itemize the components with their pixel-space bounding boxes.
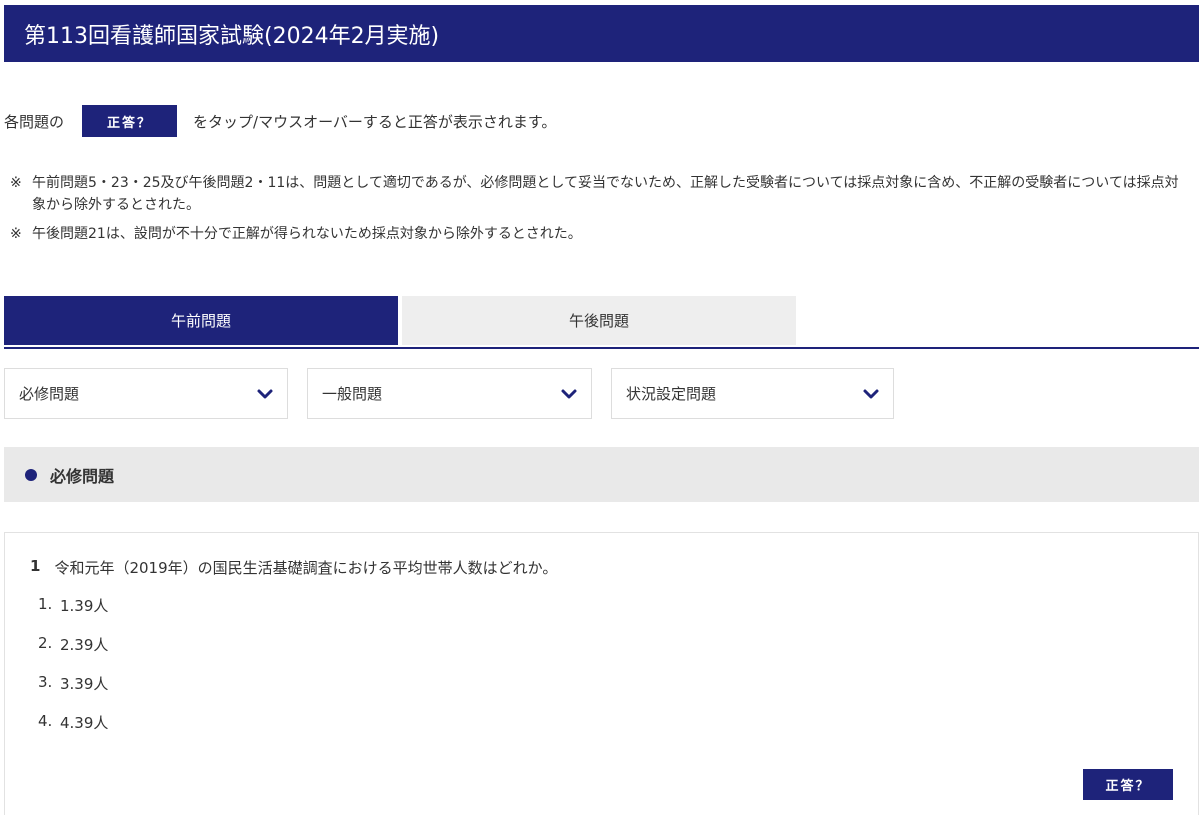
choice-text: 3.39人: [60, 675, 109, 693]
choice-item: 4. 4.39人: [38, 712, 108, 751]
note-item: ※ 午前問題5・23・25及び午後問題2・11は、問題として適切であるが、必修問…: [10, 172, 1190, 216]
question-number: 1: [30, 557, 41, 575]
page-title: 第113回看護師国家試験(2024年2月実施): [24, 23, 440, 49]
notes: ※ 午前問題5・23・25及び午後問題2・11は、問題として適切であるが、必修問…: [10, 172, 1190, 252]
choice-item: 1. 1.39人: [38, 595, 108, 634]
choice-number: 4.: [38, 712, 53, 730]
choice-item: 3. 3.39人: [38, 673, 108, 712]
choice-number: 2.: [38, 634, 53, 652]
intro-prefix: 各問題の: [4, 112, 65, 131]
choice-number: 1.: [38, 595, 53, 613]
select-label: 一般問題: [322, 385, 383, 403]
question-card: 1 令和元年（2019年）の国民生活基礎調査における平均世帯人数はどれか。 1.…: [4, 532, 1199, 815]
tab-label: 午前問題: [170, 312, 231, 330]
select-situational-questions[interactable]: 状況設定問題: [611, 368, 894, 419]
note-mark: ※: [10, 226, 22, 242]
select-label: 必修問題: [19, 385, 80, 403]
choice-text: 2.39人: [60, 636, 109, 654]
select-required-questions[interactable]: 必修問題: [4, 368, 288, 419]
show-answer-button[interactable]: 正答？: [1083, 769, 1173, 800]
note-item: ※ 午後問題21は、設問が不十分で正解が得られないため採点対象から除外するとされ…: [10, 223, 1190, 245]
tab-morning[interactable]: 午前問題: [4, 296, 398, 345]
page-header: 第113回看護師国家試験(2024年2月実施): [4, 5, 1199, 62]
question-text: 令和元年（2019年）の国民生活基礎調査における平均世帯人数はどれか。: [54, 559, 558, 577]
intro-suffix: をタップ/マウスオーバーすると正答が表示されます。: [193, 112, 557, 131]
bullet-icon: [25, 468, 37, 481]
tab-afternoon[interactable]: 午後問題: [402, 296, 796, 345]
section-header: 必修問題: [4, 447, 1199, 502]
choice-number: 3.: [38, 673, 53, 691]
note-text: 午前問題5・23・25及び午後問題2・11は、問題として適切であるが、必修問題と…: [32, 175, 1179, 213]
page: 第113回看護師国家試験(2024年2月実施) 各問題の 正答？ をタップ/マウ…: [0, 0, 1200, 815]
chevron-down-icon: [257, 389, 273, 398]
choice-list: 1. 1.39人 2. 2.39人 3. 3.39人 4. 4.39人: [38, 595, 108, 751]
session-tabs: 午前問題 午後問題: [4, 296, 1199, 349]
select-general-questions[interactable]: 一般問題: [307, 368, 592, 419]
chevron-down-icon: [561, 389, 577, 398]
choice-text: 1.39人: [60, 597, 109, 615]
choice-text: 4.39人: [60, 714, 109, 732]
chevron-down-icon: [863, 389, 879, 398]
choice-item: 2. 2.39人: [38, 634, 108, 673]
note-mark: ※: [10, 175, 22, 191]
section-title: 必修問題: [50, 466, 115, 486]
tab-label: 午後問題: [568, 312, 629, 330]
sample-answer-button[interactable]: 正答？: [82, 105, 178, 137]
select-label: 状況設定問題: [626, 385, 717, 403]
note-text: 午後問題21は、設問が不十分で正解が得られないため採点対象から除外するとされた。: [32, 226, 582, 242]
question-header: 1 令和元年（2019年）の国民生活基礎調査における平均世帯人数はどれか。: [30, 557, 557, 578]
intro-line: 各問題の 正答？ をタップ/マウスオーバーすると正答が表示されます。: [4, 104, 556, 138]
